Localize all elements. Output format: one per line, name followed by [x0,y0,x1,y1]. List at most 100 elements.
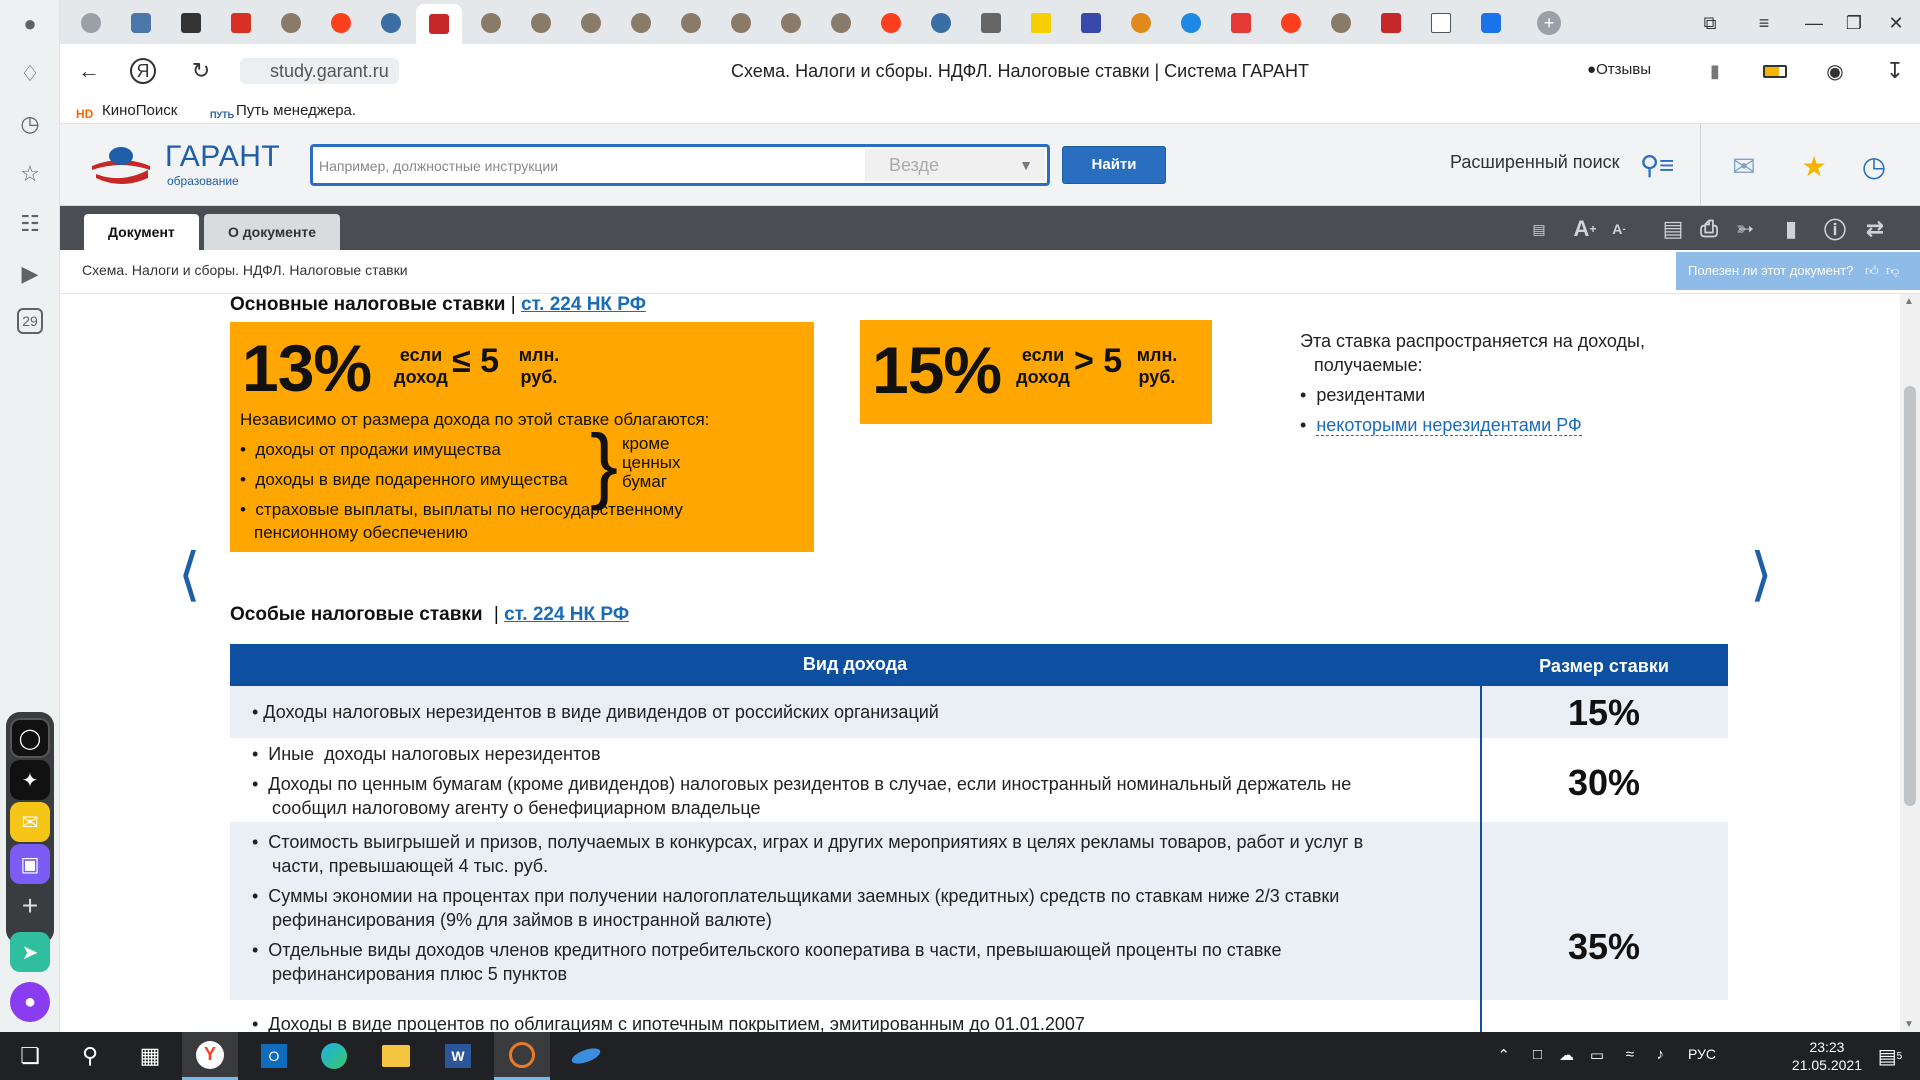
url-domain[interactable]: study.garant.ru [240,58,399,84]
bookmark-kinopoisk[interactable]: HD КиноПоиск [76,101,177,121]
compare-icon[interactable]: ⇄ [1860,216,1890,242]
messenger-icon[interactable]: ▣ [10,844,50,884]
add-app-icon[interactable]: + [10,886,50,926]
chevron-up-icon[interactable]: ⌃ [1497,1046,1510,1064]
word-export-icon[interactable]: ▤ [1524,216,1554,242]
save-icon[interactable]: ▤ [1658,216,1688,242]
font-increase-icon[interactable]: A + [1570,216,1600,242]
alice-camera-icon[interactable]: ◯ [10,718,50,758]
collections-icon[interactable]: ☷ [14,208,46,240]
yandex-browser-icon[interactable]: Y [182,1032,238,1080]
tab[interactable] [1218,6,1264,40]
tab[interactable] [668,6,714,40]
tab[interactable] [818,6,864,40]
task-view-icon[interactable]: ▦ [122,1032,178,1080]
reload-icon[interactable]: ↻ [186,56,216,86]
search-icon[interactable]: ⚲ [62,1032,118,1080]
advanced-search-icon[interactable]: ⚲≡ [1640,150,1674,181]
next-slide-arrow-icon[interactable]: ⟩ [1750,540,1773,608]
notifications-icon[interactable]: ♢ [14,58,46,90]
volume-icon[interactable]: ♪ [1657,1046,1665,1063]
favorites-icon[interactable]: ☆ [14,158,46,190]
send-icon[interactable]: ➤ [10,932,50,972]
tab[interactable] [468,6,514,40]
nk-article-link[interactable]: ст. 224 НК РФ [521,294,646,315]
downloads-icon[interactable]: ↧ [1880,56,1910,86]
thumbs-down-icon[interactable]: 👎︎ [1886,263,1899,278]
new-tab-button[interactable]: + [1526,6,1572,40]
breadcrumb[interactable]: Схема. Налоги и сборы. НДФЛ. Налоговые с… [82,262,408,278]
history-clock-icon[interactable]: ◷ [1854,146,1894,186]
scroll-down-icon[interactable]: ▼ [1904,1019,1914,1030]
cloud-icon[interactable]: ☁ [1559,1046,1574,1064]
font-decrease-icon[interactable]: A- [1604,216,1634,242]
favorites-star-icon[interactable]: ★ [1794,146,1834,186]
tab-active-garant[interactable] [416,4,462,44]
file-explorer-icon[interactable] [368,1032,424,1080]
wifi-icon[interactable]: ≈ [1626,1046,1634,1063]
tab-about-document[interactable]: О документе [204,214,341,250]
advanced-search-link[interactable]: Расширенный поиск [1450,152,1620,173]
tab[interactable] [1268,6,1314,40]
tab[interactable] [868,6,914,40]
tab[interactable] [518,6,564,40]
tab[interactable] [1318,6,1364,40]
bookmark-doc-icon[interactable]: ▮ [1776,216,1806,242]
play-icon[interactable]: ▶ [14,258,46,290]
print-icon[interactable]: ⎙ [1694,216,1724,242]
tab[interactable] [318,6,364,40]
tab[interactable] [718,6,764,40]
tab[interactable] [1368,6,1414,40]
history-icon[interactable]: ◷ [14,108,46,140]
tab[interactable] [918,6,964,40]
tab[interactable] [168,6,214,40]
thumbs-up-icon[interactable]: 👍︎ [1865,263,1879,278]
tab[interactable] [1068,6,1114,40]
tab[interactable] [268,6,314,40]
close-icon[interactable]: ✕ [1876,8,1916,38]
restore-icon[interactable]: ❐ [1834,8,1874,38]
edge-icon[interactable] [306,1032,362,1080]
battery-tray-icon[interactable]: ▭ [1590,1046,1604,1064]
search-input[interactable] [319,153,879,179]
extensions-icon[interactable]: ◉ [1820,56,1850,86]
tabs-overview-icon[interactable]: ⧉ [1690,8,1730,38]
tab[interactable] [1118,6,1164,40]
tab[interactable] [1168,6,1214,40]
sparkle-icon[interactable]: ✦ [10,760,50,800]
tab[interactable] [368,6,414,40]
tab[interactable] [118,6,164,40]
tab[interactable] [618,6,664,40]
windows-start-icon[interactable]: ❏ [2,1032,58,1080]
menu-icon[interactable]: ≡ [1744,8,1784,38]
garant-logo-icon[interactable] [90,144,152,184]
tab[interactable] [218,6,264,40]
yandex-home-icon[interactable]: Я [130,58,156,84]
alice-icon[interactable]: ● [10,982,50,1022]
info-icon[interactable]: ⓘ [1820,216,1850,243]
bookmark-put-menedzhera[interactable]: ПУТЬ Путь менеджера. [210,101,356,121]
search-scope-select[interactable]: Везде ▼ [865,149,1045,181]
tab[interactable] [968,6,1014,40]
nonresidents-link[interactable]: некоторыми нерезидентами РФ [1316,415,1582,436]
calendar-icon[interactable]: 29 [17,308,43,334]
scrollbar[interactable]: ▲ ▼ [1900,294,1920,1032]
back-icon[interactable]: ← [74,56,104,86]
clock[interactable]: 23:23 21.05.2021 [1792,1038,1862,1074]
mail-icon[interactable]: ✉ [10,802,50,842]
nk-article-link[interactable]: ст. 224 НК РФ [504,604,629,625]
app-icon[interactable] [558,1032,614,1080]
bookmark-icon[interactable]: ▮ [1700,56,1730,86]
tab[interactable] [1018,6,1064,40]
minimize-icon[interactable]: — [1794,8,1834,38]
language-indicator[interactable]: РУС [1688,1046,1716,1062]
search-button[interactable]: Найти [1062,146,1166,184]
reviews-button[interactable]: ●Отзывы [1575,54,1663,86]
tab[interactable] [1468,6,1514,40]
scroll-up-icon[interactable]: ▲ [1904,296,1914,307]
prev-slide-arrow-icon[interactable]: ⟨ [178,540,201,608]
profile-icon[interactable]: ● [14,8,46,40]
meet-icon[interactable]: □ [1533,1046,1542,1063]
tab[interactable] [68,6,114,40]
tab[interactable] [768,6,814,40]
